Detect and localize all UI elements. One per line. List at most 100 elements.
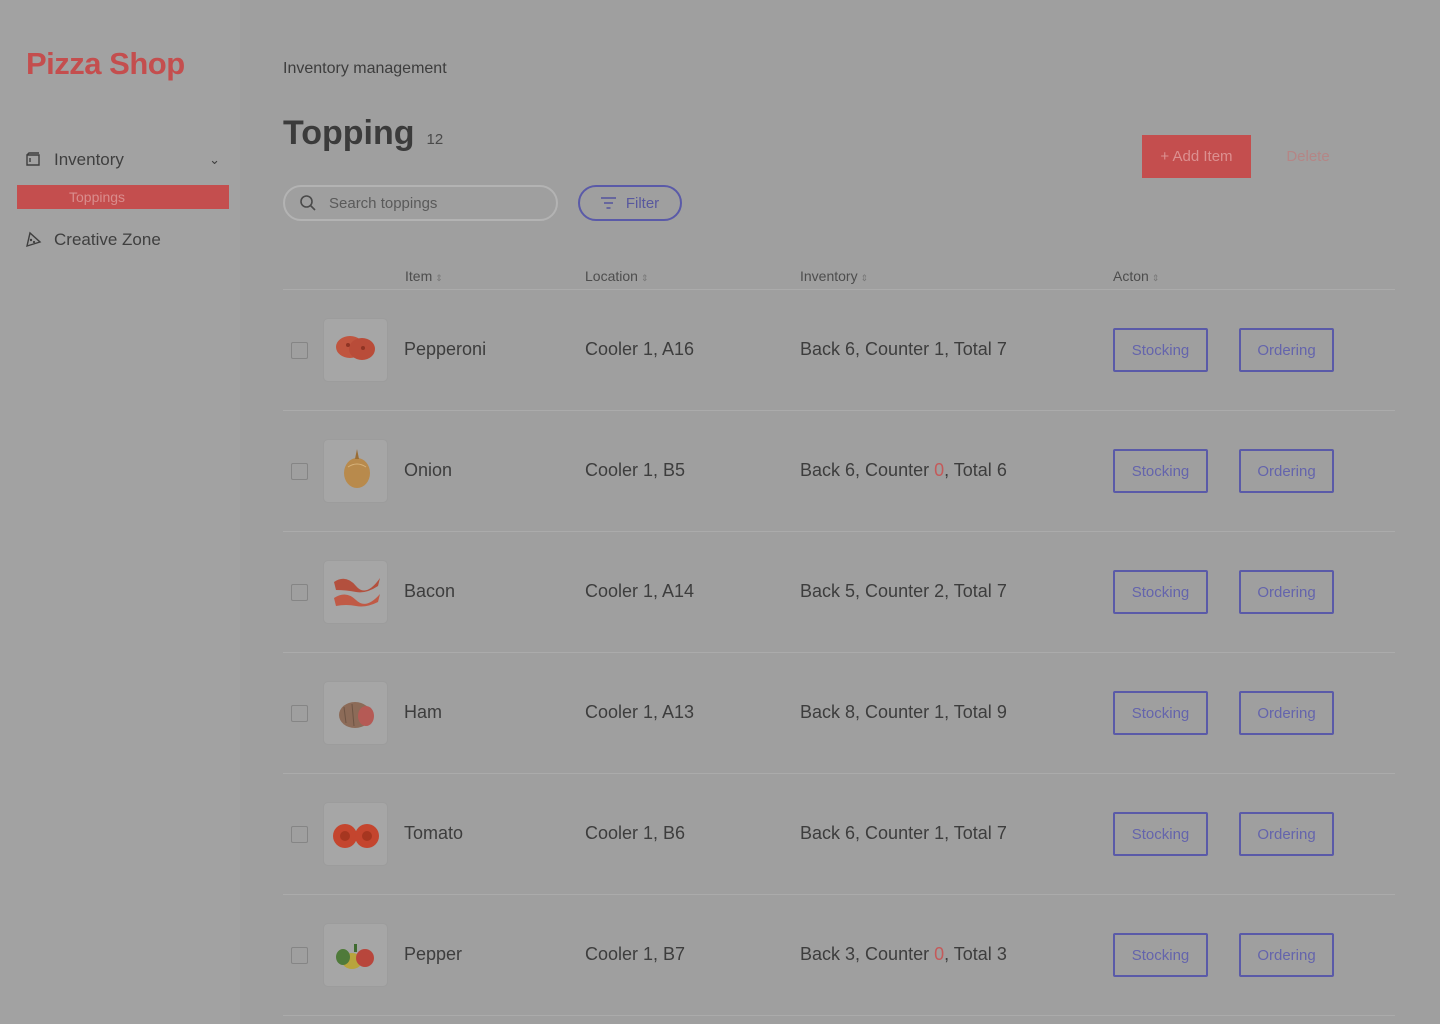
item-location: Cooler 1, A14 (585, 581, 695, 601)
page-header: Topping 12 (283, 114, 443, 153)
search-box[interactable] (283, 185, 558, 221)
item-inventory: Back 6, Counter 1, Total 7 (800, 339, 1007, 359)
ordering-button[interactable]: Ordering (1239, 812, 1334, 856)
back-count: 8 (845, 702, 856, 722)
column-header-inventory[interactable]: Inventory ⇕ (800, 268, 868, 284)
onion-icon (343, 449, 370, 488)
ordering-button[interactable]: Ordering (1239, 933, 1334, 977)
column-header-action[interactable]: Acton ⇕ (1113, 268, 1159, 284)
column-header-item-label: Item (405, 268, 433, 284)
stocking-button[interactable]: Stocking (1113, 812, 1208, 856)
item-name: Onion (404, 460, 453, 480)
table-row: Onion Cooler 1, B5 Back 6, Counter 0, Tota… (283, 411, 1395, 532)
item-thumbnail (323, 923, 388, 987)
stocking-button[interactable]: Stocking (1113, 691, 1208, 735)
item-count-badge: 12 (426, 131, 444, 148)
stocking-button[interactable]: Stocking (1113, 570, 1208, 614)
item-thumbnail (323, 439, 388, 503)
inventory-icon (26, 152, 40, 166)
table-row: Ham Cooler 1, A13 Back 8, Counter 1, Total… (283, 653, 1395, 774)
counter-count: 0 (934, 460, 945, 480)
stocking-button[interactable]: Stocking (1113, 933, 1208, 977)
row-checkbox[interactable] (291, 463, 308, 480)
item-inventory: Back 8, Counter 1, Total 9 (800, 702, 1007, 722)
column-header-location-label: Location (585, 268, 638, 284)
item-location: Cooler 1, A16 (585, 339, 695, 359)
ordering-button[interactable]: Ordering (1239, 449, 1334, 493)
search-icon (300, 195, 316, 211)
item-name: Pepper (404, 944, 463, 964)
sort-icon[interactable]: ⇕ (641, 273, 649, 283)
search-input[interactable] (329, 194, 539, 212)
tomato-icon (332, 824, 379, 848)
item-inventory: Back 3, Counter 0, Total 3 (800, 944, 1007, 964)
item-name: Pepperoni (404, 339, 487, 359)
filter-icon (600, 197, 616, 209)
column-header-action-label: Acton (1113, 268, 1149, 284)
sort-icon[interactable]: ⇕ (435, 273, 443, 283)
back-count: 6 (845, 823, 856, 843)
column-header-item[interactable]: Item ⇕ (405, 268, 443, 284)
delete-button[interactable]: Delete (1272, 135, 1344, 178)
sidebar-item-toppings[interactable]: Toppings (17, 185, 229, 209)
stocking-button[interactable]: Stocking (1113, 328, 1208, 372)
counter-count: 2 (934, 581, 945, 601)
item-location: Cooler 1, B6 (585, 823, 686, 843)
back-count: 3 (845, 944, 856, 964)
table-row: Bacon Cooler 1, A14 Back 5, Counter 2, Tot… (283, 532, 1395, 653)
ordering-button[interactable]: Ordering (1239, 570, 1334, 614)
pepper-icon (335, 944, 374, 969)
sidebar-item-inventory[interactable]: Inventory ⌄ (24, 150, 220, 170)
app-logo[interactable]: Pizza Shop (26, 46, 185, 82)
item-thumbnail (323, 681, 388, 745)
item-thumbnail (323, 802, 388, 866)
row-checkbox[interactable] (291, 342, 308, 359)
total-count: 7 (996, 339, 1007, 359)
chevron-down-icon[interactable]: ⌄ (209, 152, 220, 168)
sidebar-item-inventory-label: Inventory (54, 150, 124, 169)
total-count: 7 (996, 823, 1007, 843)
item-thumbnail (323, 560, 388, 624)
counter-count: 1 (934, 823, 945, 843)
row-checkbox[interactable] (291, 584, 308, 601)
breadcrumb: Inventory management (283, 60, 447, 77)
ordering-button[interactable]: Ordering (1239, 328, 1334, 372)
item-name: Tomato (404, 823, 464, 843)
ordering-button[interactable]: Ordering (1239, 691, 1334, 735)
table-row: Pepper Cooler 1, B7 Back 3, Counter 0, Tot… (283, 895, 1395, 1016)
bacon-icon (333, 578, 380, 607)
back-count: 6 (845, 339, 856, 359)
item-inventory: Back 6, Counter 1, Total 7 (800, 823, 1007, 843)
sort-icon[interactable]: ⇕ (861, 273, 869, 283)
item-name: Bacon (404, 581, 456, 601)
counter-count: 0 (934, 944, 945, 964)
counter-count: 1 (934, 339, 945, 359)
column-header-location[interactable]: Location ⇕ (585, 268, 648, 284)
counter-count: 1 (934, 702, 945, 722)
filter-button[interactable]: Filter (578, 185, 682, 221)
back-count: 5 (845, 581, 856, 601)
add-item-button[interactable]: + Add Item (1142, 135, 1251, 178)
total-count: 9 (996, 702, 1007, 722)
total-count: 6 (996, 460, 1007, 480)
sidebar: Pizza Shop Inventory ⌄ Toppings Creative… (0, 0, 240, 1024)
row-checkbox[interactable] (291, 705, 308, 722)
item-inventory: Back 6, Counter 0, Total 6 (800, 460, 1007, 480)
row-checkbox[interactable] (291, 826, 308, 843)
item-thumbnail (323, 318, 388, 382)
total-count: 3 (996, 944, 1007, 964)
sidebar-item-creative-zone-label: Creative Zone (54, 230, 161, 249)
sidebar-item-creative-zone[interactable]: Creative Zone (24, 230, 161, 250)
sort-icon[interactable]: ⇕ (1152, 273, 1160, 283)
row-checkbox[interactable] (291, 947, 308, 964)
stocking-button[interactable]: Stocking (1113, 449, 1208, 493)
ham-icon (338, 702, 374, 728)
item-location: Cooler 1, A13 (585, 702, 695, 722)
table-header: Item ⇕ Location ⇕ Inventory ⇕ Acton ⇕ (283, 268, 1395, 290)
sidebar-item-toppings-label: Toppings (69, 189, 126, 205)
pepperoni-icon (335, 336, 375, 360)
item-name: Ham (404, 702, 443, 722)
total-count: 7 (996, 581, 1007, 601)
column-header-inventory-label: Inventory (800, 268, 858, 284)
page-title: Topping (283, 114, 415, 152)
